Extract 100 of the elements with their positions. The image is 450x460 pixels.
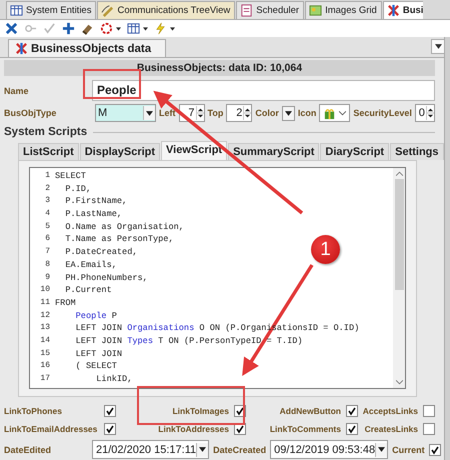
code-line: P.Current xyxy=(64,284,112,297)
caret-icon xyxy=(199,447,206,452)
code-line: P.DateCreated, xyxy=(64,246,138,259)
code-line: O.Name as Organisation, xyxy=(64,220,184,234)
logo-icon xyxy=(15,42,28,55)
field-label: DateEdited xyxy=(4,444,52,454)
section-title: System Scripts xyxy=(4,126,88,138)
caret-icon xyxy=(378,447,386,452)
spin-arrows-icon xyxy=(243,106,252,120)
icon-dropdown[interactable] xyxy=(319,104,350,122)
check-icon xyxy=(43,22,56,35)
refresh-icon xyxy=(100,22,113,35)
code-line: ( SELECT xyxy=(74,360,117,373)
line-number: 6 xyxy=(44,233,51,246)
gift-icon xyxy=(323,106,336,120)
picture-icon xyxy=(309,4,322,17)
line-number: 9 xyxy=(44,272,51,284)
checkbox-label: LinkToAddresses xyxy=(157,424,229,434)
code-line: LEFT JOIN Types T ON (P.PersonTypeID = T.ID) xyxy=(74,334,303,348)
field-label: Name xyxy=(4,86,30,96)
field-label: Top xyxy=(208,108,224,118)
date-field[interactable]: 21/02/2020 15:17:11 xyxy=(92,440,210,459)
field-label: Left xyxy=(159,108,176,118)
type-dropdown[interactable]: M xyxy=(95,104,156,122)
checkbox[interactable] xyxy=(428,444,441,456)
field-label: Color xyxy=(255,108,279,118)
record-header: BusinessObjects: data ID: 10,064 xyxy=(4,60,435,76)
scroll-down-icon xyxy=(396,380,402,385)
checkbox[interactable] xyxy=(346,423,358,435)
spin-arrows-icon xyxy=(196,106,204,120)
document-tab[interactable]: Images Grid xyxy=(305,1,382,19)
scrollbar[interactable] xyxy=(393,168,405,388)
code-line: LEFT JOIN xyxy=(74,348,122,360)
script-tab[interactable]: ListScript xyxy=(18,143,79,160)
logo-icon xyxy=(386,4,400,17)
checkbox[interactable] xyxy=(104,423,116,435)
toolbar-button[interactable] xyxy=(154,22,175,35)
pen-icon xyxy=(101,4,114,17)
top-spinner[interactable]: 2 xyxy=(226,104,252,122)
close-icon xyxy=(5,22,18,35)
toolbar-button[interactable] xyxy=(81,22,94,35)
checkbox-label: Current xyxy=(392,444,425,454)
line-number: 16 xyxy=(39,360,51,372)
checkbox[interactable] xyxy=(104,405,116,417)
line-number: 12 xyxy=(39,310,51,322)
code-line: SELECT xyxy=(55,170,86,183)
script-tab[interactable]: Settings xyxy=(390,143,444,160)
document-tab[interactable]: Busi xyxy=(382,1,424,19)
field-label: Icon xyxy=(298,108,316,118)
code-line: LinkID, xyxy=(95,373,132,386)
line-number: 17 xyxy=(39,373,51,385)
checkbox-label: LinkToPhones xyxy=(4,406,63,416)
script-tab[interactable]: DisplayScript xyxy=(80,143,160,160)
add-icon xyxy=(62,22,75,35)
script-tab[interactable]: ViewScript xyxy=(161,141,228,160)
document-tab[interactable]: System Entities xyxy=(6,1,96,19)
code-editor[interactable] xyxy=(29,167,406,389)
line-number: 7 xyxy=(44,246,51,258)
code-line: P.ID, xyxy=(64,182,92,196)
document-tab[interactable]: Scheduler xyxy=(236,1,304,19)
caret-icon xyxy=(116,26,121,30)
field-label: BusObjType xyxy=(4,108,58,118)
checkbox[interactable] xyxy=(423,405,435,417)
code-line: P.LastName, xyxy=(64,208,122,221)
line-number: 13 xyxy=(39,322,51,334)
color-dropdown[interactable] xyxy=(282,106,295,120)
grid-icon xyxy=(10,4,23,17)
line-number: 3 xyxy=(44,195,51,208)
checkbox-label: LinkToImages xyxy=(171,406,229,416)
line-number: 2 xyxy=(44,182,51,195)
toolbar-button[interactable] xyxy=(127,22,148,35)
toolbar-button[interactable] xyxy=(5,22,18,35)
spin-arrows-icon xyxy=(426,106,434,120)
code-line: PH.PhoneNumbers, xyxy=(64,272,148,284)
caret-icon xyxy=(170,26,175,30)
eraser-icon xyxy=(81,22,94,35)
code-line: P.FirstName, xyxy=(64,195,128,208)
code-line: EA.Emails, xyxy=(64,258,117,272)
code-line: People P xyxy=(74,310,117,322)
line-number: 1 xyxy=(44,170,51,182)
panel-tab[interactable]: BusinessObjects data xyxy=(8,39,166,57)
checkbox[interactable] xyxy=(346,405,358,417)
toolbar-button[interactable] xyxy=(62,22,75,35)
line-number: 15 xyxy=(39,348,51,360)
caret-icon xyxy=(146,110,153,116)
name-field[interactable]: People xyxy=(92,80,435,101)
line-number: 8 xyxy=(44,258,51,271)
line-number: 4 xyxy=(44,208,51,220)
checkbox-label: CreatesLinks xyxy=(364,424,418,434)
document-tab[interactable]: Communications TreeView xyxy=(97,1,236,19)
script-tab[interactable]: SummaryScript xyxy=(228,143,320,160)
chevron-icon xyxy=(339,110,346,116)
code-line: FROM xyxy=(55,296,76,310)
security-spinner[interactable]: 0 xyxy=(414,104,435,122)
caret-icon xyxy=(143,26,148,30)
script-tab[interactable]: DiaryScript xyxy=(320,143,390,160)
date-field[interactable]: 09/12/2019 09:53:48 xyxy=(270,440,388,459)
toolbar-button[interactable] xyxy=(100,22,121,35)
checkbox[interactable] xyxy=(423,423,435,435)
caret-icon xyxy=(435,44,442,49)
